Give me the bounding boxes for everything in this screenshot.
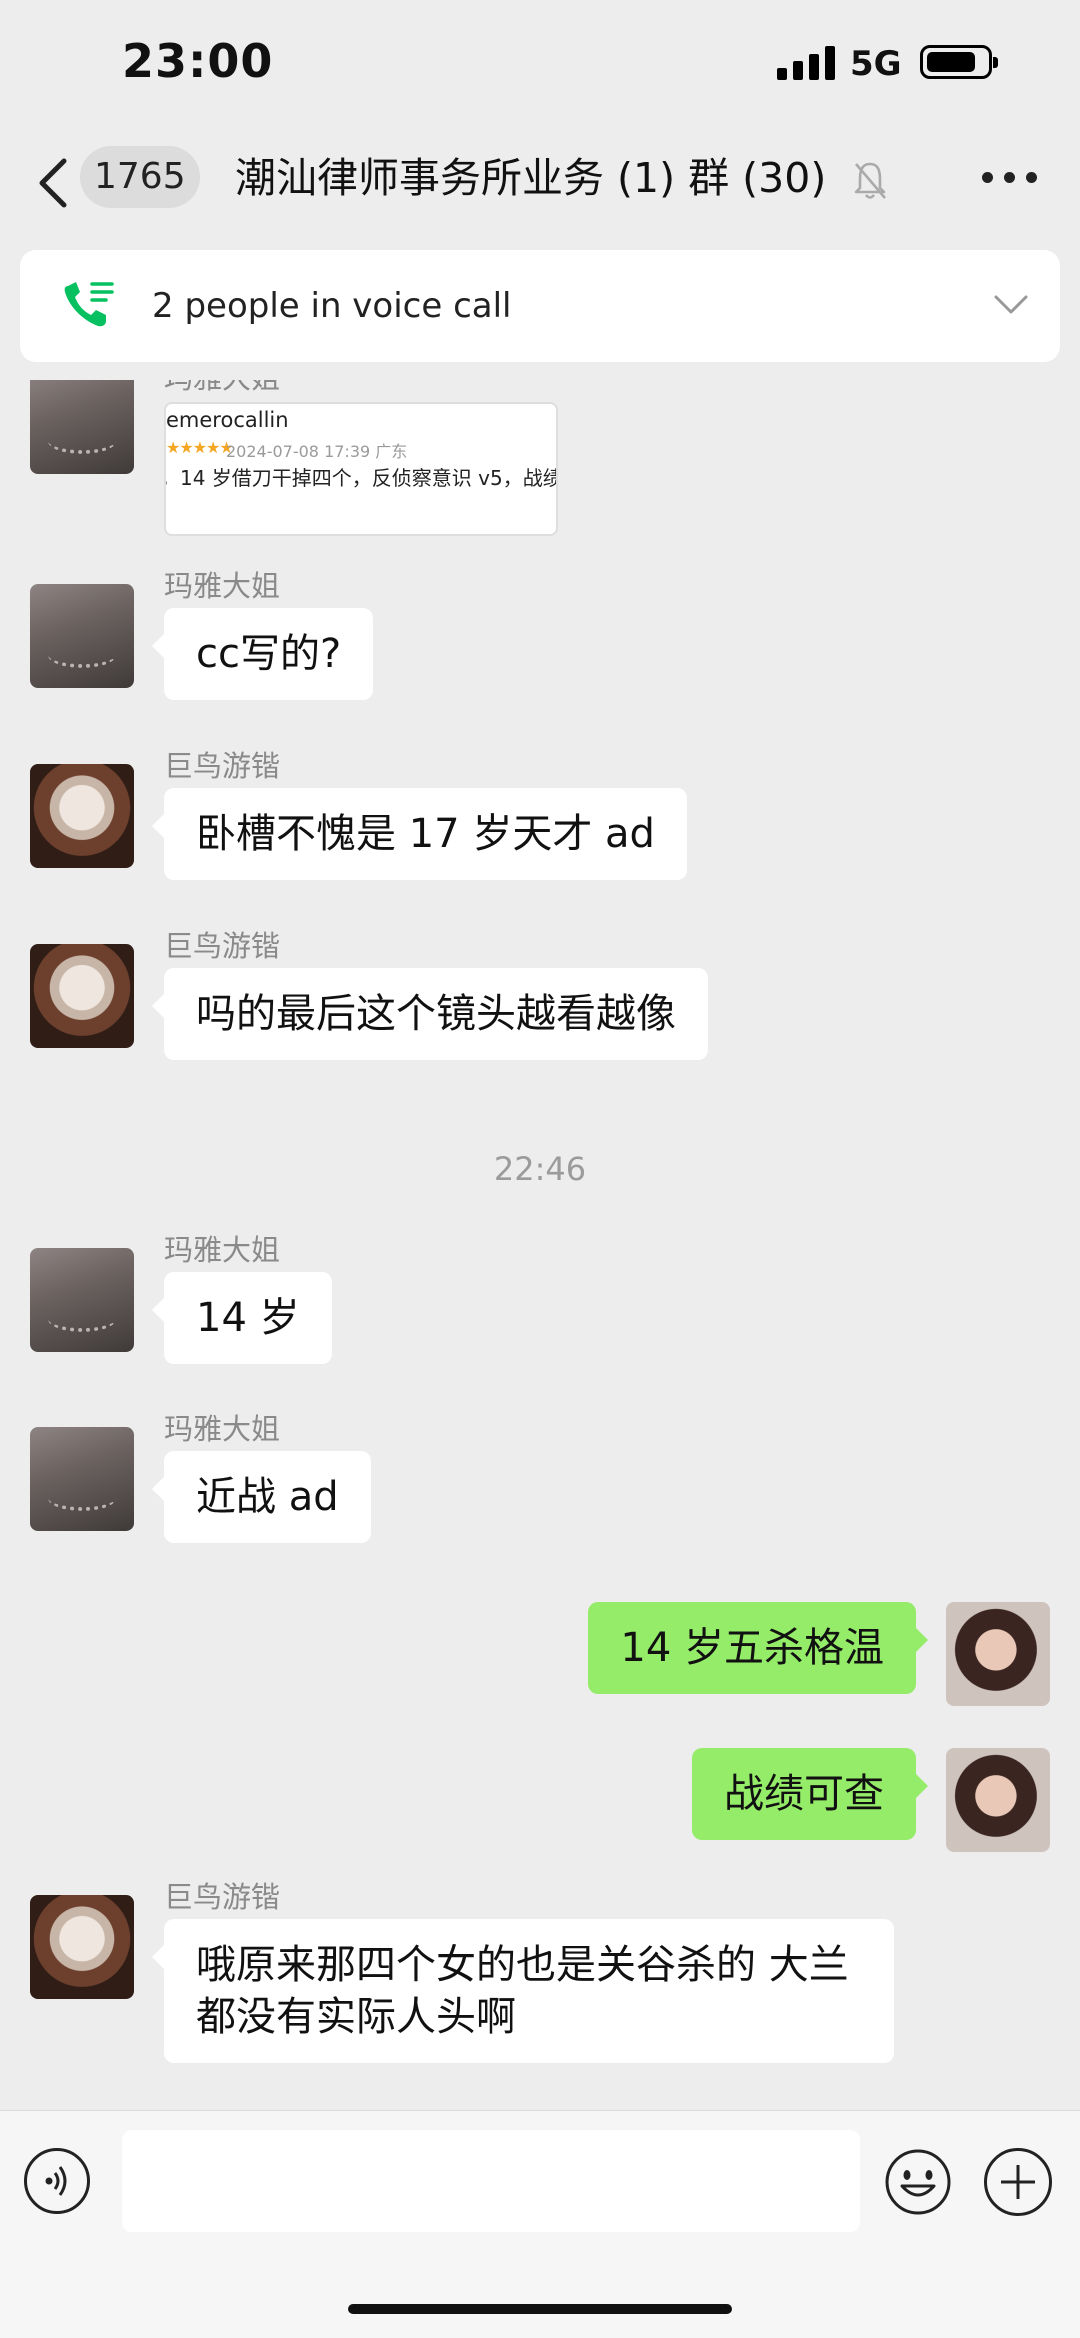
image-message[interactable]: emerocallin ★★★★★ 2024-07-08 17:39 广东 ，1… [164,402,558,536]
sender-name: 巨鸟游锴 [164,1880,281,1914]
back-icon[interactable] [34,153,74,213]
voice-call-banner[interactable]: 2 people in voice call [20,250,1060,362]
image-meta: 2024-07-08 17:39 广东 [226,442,408,461]
message-bubble[interactable]: 哦原来那四个女的也是关谷杀的 大兰都没有实际人头啊 [152,1919,894,2063]
status-time: 23:00 [122,34,274,88]
home-indicator [348,2304,732,2314]
message-bubble[interactable]: 近战 ad [152,1451,371,1543]
message-row: 巨鸟游锴 哦原来那四个女的也是关谷杀的 大兰都没有实际人头啊 [0,1880,1080,2095]
network-type: 5G [850,44,902,84]
plus-icon[interactable] [984,2148,1052,2216]
sender-name: 巨鸟游锴 [164,749,281,783]
message-row: 玛雅大姐 近战 ad [0,1412,1080,1557]
mute-bell-icon [854,162,886,199]
sender-name: 玛雅大姐 [164,569,281,603]
battery-icon [920,45,998,79]
avatar[interactable] [30,944,134,1048]
chat-header: 1765 潮汕律师事务所业务 (1) 群 (30) [0,130,1080,240]
sender-name: 玛雅大姐 [164,380,280,396]
message-row: 玛雅大姐 emerocallin ★★★★★ 2024-07-08 17:39 … [0,380,1080,560]
avatar[interactable] [30,1248,134,1352]
message-bubble[interactable]: 14 岁 [152,1272,332,1364]
sender-name: 玛雅大姐 [164,1412,281,1446]
message-row: 战绩可查 [0,1748,1080,1858]
voice-input-icon[interactable] [24,2148,90,2214]
message-row: 玛雅大姐 14 岁 [0,1233,1080,1378]
emoji-icon[interactable] [884,2148,952,2216]
avatar[interactable] [30,584,134,688]
unread-count-badge[interactable]: 1765 [80,146,200,208]
message-bubble[interactable]: cc写的? [151,608,374,700]
message-timestamp: 22:46 [493,1150,587,1188]
message-row: 巨鸟游锴 吗的最后这个镜头越看越像 [0,929,1080,1074]
chat-title: 潮汕律师事务所业务 (1) 群 (30) [235,154,827,202]
message-bubble[interactable]: 吗的最后这个镜头越看越像 [152,968,708,1060]
rating-stars-icon: ★★★★★ [166,438,234,457]
avatar[interactable] [30,1895,134,1999]
avatar[interactable] [946,1602,1050,1706]
phone-icon [64,282,114,327]
message-input[interactable] [122,2130,860,2232]
image-text: ，14 岁借刀干掉四个，反侦察意识 v5，战绩 [164,466,558,490]
avatar[interactable] [30,764,134,868]
more-options-icon[interactable] [982,170,1038,184]
avatar[interactable] [30,1427,134,1531]
status-bar: 23:00 5G [0,0,1080,130]
message-row: 玛雅大姐 cc写的? [0,569,1080,714]
avatar[interactable] [30,380,134,474]
voice-call-text: 2 people in voice call [152,286,512,326]
message-row: 巨鸟游锴 卧槽不愧是 17 岁天才 ad [0,749,1080,894]
chevron-down-icon[interactable] [992,293,1030,317]
avatar[interactable] [946,1748,1050,1852]
message-bubble[interactable]: 卧槽不愧是 17 岁天才 ad [152,788,687,880]
message-row: 14 岁五杀格温 [0,1602,1080,1712]
message-bubble[interactable]: 战绩可查 [692,1748,928,1840]
sender-name: 玛雅大姐 [164,1233,281,1267]
message-bubble[interactable]: 14 岁五杀格温 [588,1602,928,1694]
image-username: emerocallin [166,408,289,432]
signal-icon [777,46,835,80]
message-list[interactable]: 玛雅大姐 emerocallin ★★★★★ 2024-07-08 17:39 … [0,380,1080,2108]
sender-name: 巨鸟游锴 [164,929,281,963]
